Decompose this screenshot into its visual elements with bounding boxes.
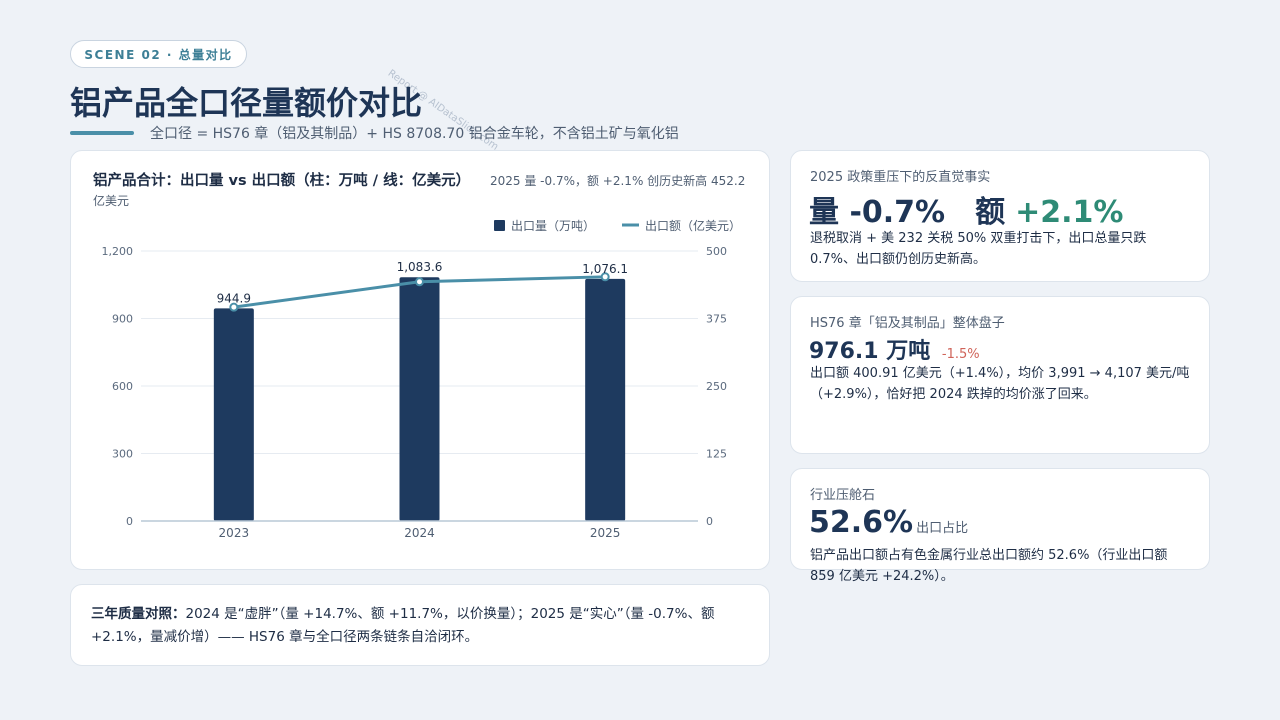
page-subtitle: 全口径 = HS76 章（铝及其制品）+ HS 8708.70 铝合金车轮，不含…: [150, 126, 679, 142]
kpi-value: 52.6% 出口占比: [809, 505, 968, 540]
x-tick-label: 2024: [404, 526, 435, 540]
kpi-value: 976.1 万吨 -1.5%: [809, 333, 980, 365]
kpi-label: 行业压舱石: [810, 488, 876, 503]
kpi-description: 铝产品出口额占有色金属行业总出口额约 52.6%（行业出口额 859 亿美元 +…: [810, 548, 1168, 584]
y-right-tick-label: 0: [706, 515, 713, 528]
bar: [213, 308, 254, 521]
data-label: 1,076.1: [582, 262, 628, 276]
line-point: [415, 277, 424, 287]
kpi-volume: 976.1 万吨: [809, 339, 931, 364]
title-accent-bar: [70, 131, 134, 135]
y-left-tick-label: 900: [112, 313, 133, 326]
y-right-tick-label: 250: [706, 380, 727, 393]
y-right-tick-label: 500: [706, 245, 727, 258]
legend-line-label: 出口额（亿美元）: [645, 218, 741, 233]
kpi-value: 量 -0.7% 额 +2.1%: [809, 187, 1123, 231]
kpi-description: 退税取消 + 美 232 关税 50% 双重打击下，出口总量只跌 0.7%、出口…: [810, 231, 1147, 267]
chart-plot: 944.9 1,083.6 1,076.1 0 300 600 900 1,200 0 125 2…: [102, 218, 742, 540]
page-title: 铝产品全口径量额价对比: [70, 84, 423, 122]
x-tick-label: 2023: [219, 526, 250, 540]
kpi-label: HS76 章「铝及其制品」整体盘子: [810, 316, 1005, 331]
kpi-volume-change: 量 -0.7%: [809, 195, 946, 230]
y-left-tick-label: 300: [112, 448, 133, 461]
data-label: 944.9: [217, 291, 251, 305]
y-left-tick-label: 600: [112, 380, 133, 393]
kpi-description: 出口额 400.91 亿美元（+1.4%），均价 3,991 → 4,107 美…: [810, 366, 1190, 402]
kpi-unit: 出口占比: [916, 521, 969, 536]
comparison-note: 三年质量对照：2024 是“虚胖”（量 +14.7%、额 +11.7%，以价换量…: [91, 603, 731, 649]
kpi-delta: -1.5%: [941, 347, 980, 362]
kpi-card-industry: 行业压舱石 52.6% 出口占比 铝产品出口额占有色金属行业总出口额约 52.6%…: [790, 468, 1210, 584]
x-tick-label: 2025: [590, 526, 621, 540]
kpi-share: 52.6%: [809, 505, 914, 540]
kpi-value-change: +2.1%: [1015, 195, 1124, 230]
kpi-card-policy: 2025 政策重压下的反直觉事实 量 -0.7% 额 +2.1% 退税取消 + 美 …: [790, 150, 1210, 282]
y-right-tick-label: 125: [706, 448, 727, 461]
kpi-label: 2025 政策重压下的反直觉事实: [810, 170, 991, 185]
scene-tag: SCENE 02 · 总量对比: [70, 40, 247, 68]
bar: [585, 278, 626, 521]
note-label: 三年质量对照：: [91, 606, 186, 622]
legend-bar-label: 出口量（万吨）: [511, 219, 595, 233]
data-label: 1,083.6: [397, 260, 443, 274]
comparison-note-card: 三年质量对照：2024 是“虚胖”（量 +14.7%、额 +11.7%，以价换量…: [70, 584, 770, 666]
kpi-card-hs76: HS76 章「铝及其制品」整体盘子 976.1 万吨 -1.5% 出口额 400…: [790, 296, 1210, 454]
bar: [399, 277, 440, 521]
y-left-tick-label: 1,200: [102, 245, 134, 258]
kpi-value-prefix: 额: [975, 195, 1006, 230]
y-left-tick-label: 0: [126, 515, 133, 528]
y-right-tick-label: 375: [706, 313, 727, 326]
legend-bar-swatch: [494, 220, 505, 231]
chart-card: 2025 量 -0.7%，额 +2.1% 创历史新高 452.2 亿美元 铝产品…: [70, 150, 770, 570]
note-text: 2024 是“虚胖”（量 +14.7%、额 +11.7%，以价换量）；2025 …: [91, 606, 715, 645]
